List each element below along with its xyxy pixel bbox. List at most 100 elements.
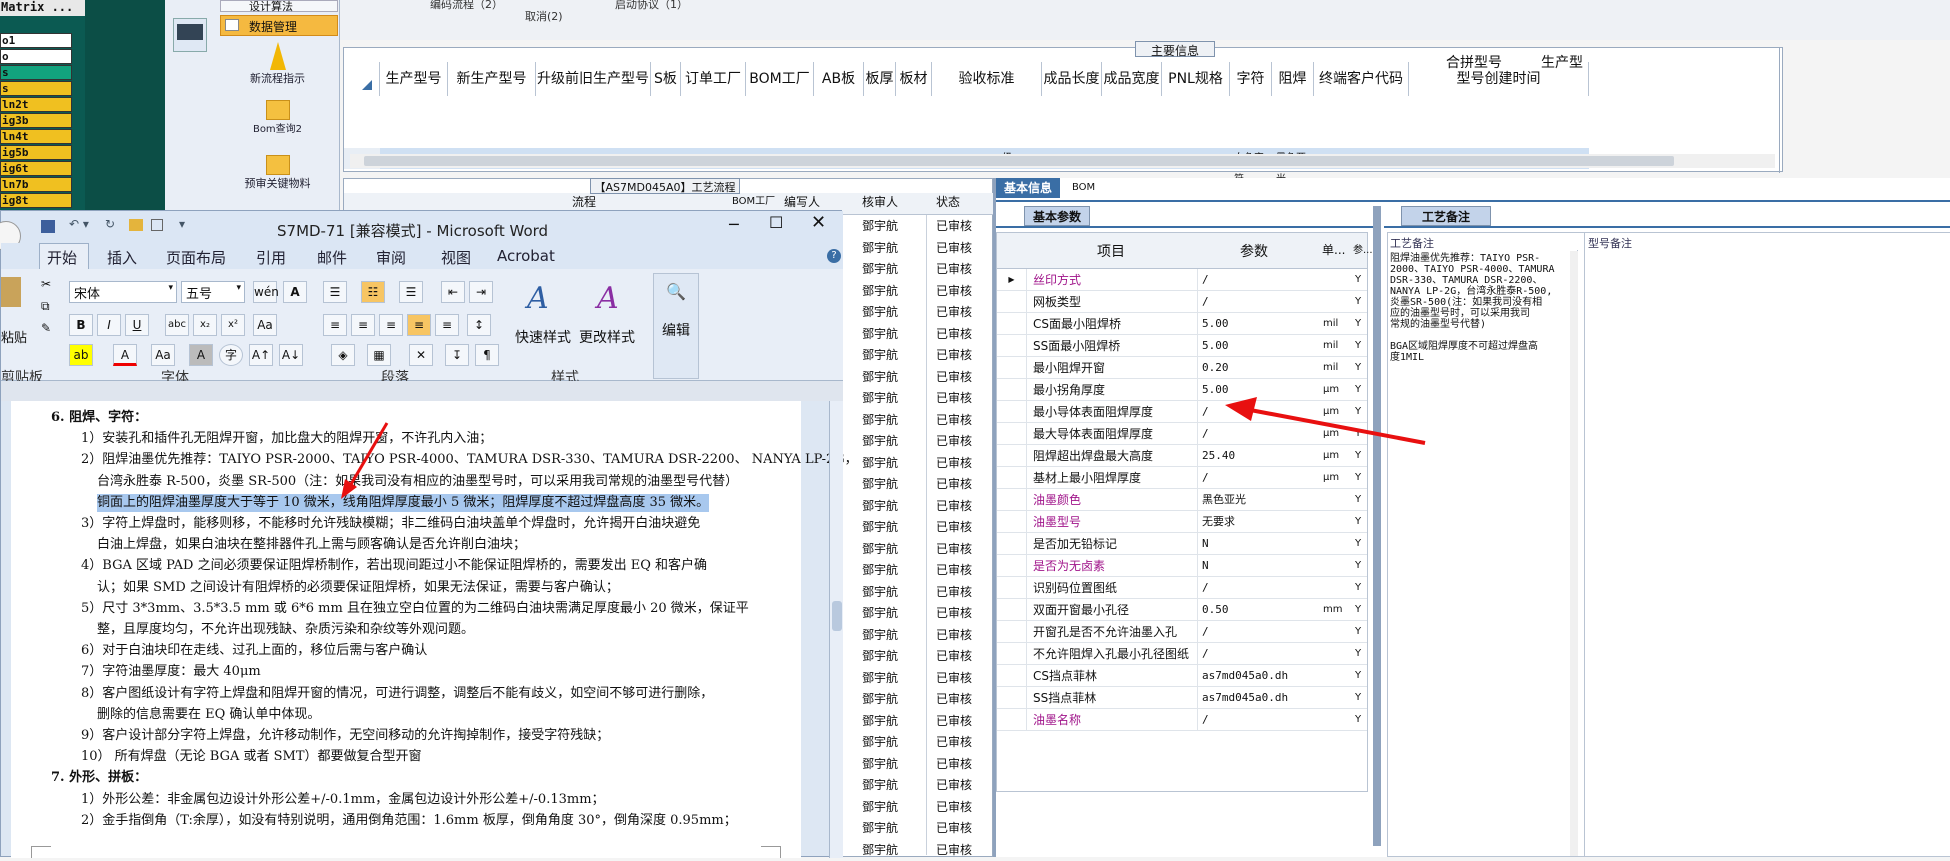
qat-more-icon[interactable]: ▾ bbox=[179, 217, 185, 231]
close-button[interactable]: ✕ bbox=[811, 212, 826, 233]
document-line[interactable]: 1）安装孔和插件孔无阻焊开窗，加比盘大的阻焊开窗，不许孔内入油； bbox=[81, 430, 492, 448]
ribbon-tab[interactable]: Acrobat bbox=[497, 247, 555, 265]
help-icon[interactable]: ? bbox=[827, 249, 841, 263]
tab-basic-info[interactable]: 基本信息 bbox=[996, 178, 1061, 198]
tab-bom[interactable]: BOM bbox=[1064, 178, 1103, 198]
main-header-cell[interactable]: 成品长度 bbox=[1042, 62, 1102, 96]
enclose-char-button[interactable]: 字 bbox=[219, 344, 243, 366]
param-value[interactable]: as7md045a0.dh bbox=[1197, 665, 1317, 687]
matrix-list-item[interactable]: ig6t bbox=[0, 161, 72, 176]
document-line[interactable]: 5）尺寸 3*3mm、3.5*3.5 mm 或 6*6 mm 且在独立空白位置的… bbox=[81, 600, 749, 618]
font-color-button[interactable]: A bbox=[113, 344, 137, 366]
document-line[interactable]: 1）外形公差：非金属包边设计外形公差+/-0.1mm，金属包边设计外形公差+/-… bbox=[81, 791, 605, 809]
justify-button[interactable]: ≡ bbox=[407, 314, 431, 336]
borders-button[interactable]: ▦ bbox=[367, 344, 391, 366]
bullets-button[interactable]: ☰ bbox=[323, 281, 347, 303]
increase-indent-button[interactable]: ⇥ bbox=[469, 281, 493, 303]
document-line[interactable]: 6）对于白油块印在走线、过孔上面的，移位后需与客户确认 bbox=[81, 642, 427, 660]
matrix-list-item[interactable]: ig8t bbox=[0, 193, 72, 208]
param-row[interactable]: CS面最小阻焊桥 5.00 mil Y bbox=[997, 313, 1367, 335]
main-header-cell[interactable]: 新生产型号 bbox=[448, 62, 536, 96]
matrix-list-item[interactable]: ln4t bbox=[0, 129, 72, 144]
toolbox-item-bom-query[interactable]: Bom查询2 bbox=[220, 100, 335, 135]
matrix-list-item[interactable]: s bbox=[0, 81, 72, 96]
param-row[interactable]: 识别码位置图纸 / Y bbox=[997, 577, 1367, 599]
main-header-cell[interactable]: BOM工厂 bbox=[746, 62, 814, 96]
param-value[interactable]: 黑色亚光 bbox=[1197, 489, 1317, 511]
ribbon-tab[interactable]: 页面布局 bbox=[166, 247, 226, 268]
highlight-button[interactable]: ab bbox=[69, 344, 93, 366]
main-header-cell[interactable]: 订单工厂 bbox=[681, 62, 746, 96]
line-spacing-button[interactable]: ↕ bbox=[467, 314, 491, 336]
h-scrollbar[interactable] bbox=[350, 154, 1775, 168]
open-icon[interactable] bbox=[129, 219, 143, 231]
char-shading-button[interactable]: A bbox=[189, 344, 213, 366]
chinese-layout-button[interactable]: ✕ bbox=[409, 344, 433, 366]
matrix-list-item[interactable]: ig5b bbox=[0, 145, 72, 160]
main-header-cell[interactable]: 字符 bbox=[1230, 62, 1272, 96]
tab-basic-params[interactable]: 基本参数 bbox=[1024, 206, 1091, 226]
toolbox-item-design-calc[interactable]: 设计算法 bbox=[220, 0, 338, 13]
change-case-button[interactable]: Aa bbox=[151, 344, 175, 366]
craft-note-scrollbar[interactable] bbox=[1570, 251, 1578, 856]
main-header-cell[interactable]: AB板 bbox=[814, 62, 864, 96]
param-row[interactable]: 最小阻焊开窗 0.20 mil Y bbox=[997, 357, 1367, 379]
distributed-button[interactable]: ≡ bbox=[435, 314, 459, 336]
param-row[interactable]: 油墨型号 无要求 Y bbox=[997, 511, 1367, 533]
param-row[interactable]: 油墨名称 / Y bbox=[997, 709, 1367, 731]
copy-icon[interactable]: ⧉ bbox=[41, 299, 50, 314]
param-row[interactable]: ▶ 丝印方式 / Y bbox=[997, 269, 1367, 291]
italic-button[interactable]: I bbox=[97, 314, 121, 336]
decrease-indent-button[interactable]: ⇤ bbox=[441, 281, 465, 303]
param-row[interactable]: 双面开窗最小孔径 0.50 mm Y bbox=[997, 599, 1367, 621]
param-row[interactable]: SS面最小阻焊桥 5.00 mil Y bbox=[997, 335, 1367, 357]
ribbon-tab[interactable]: 插入 bbox=[107, 247, 137, 268]
param-row[interactable]: 基材上最小阻焊厚度 / μm Y bbox=[997, 467, 1367, 489]
main-header-cell[interactable]: 成品宽度 bbox=[1102, 62, 1162, 96]
clear-format-button[interactable]: Aa bbox=[253, 314, 277, 336]
document-line[interactable]: 白油上焊盘，如果白油块在整排器件孔上需与顾客确认是否允许削白油块； bbox=[97, 536, 526, 554]
param-value[interactable]: N bbox=[1197, 555, 1317, 577]
change-styles-label[interactable]: 更改样式 bbox=[579, 327, 635, 347]
param-value[interactable]: N bbox=[1197, 533, 1317, 555]
paste-label[interactable]: 粘贴 bbox=[1, 327, 27, 346]
print-icon[interactable] bbox=[151, 219, 163, 231]
document-line[interactable]: 10） 所有焊盘（无论 BGA 或者 SMT）都要做复合型开窗 bbox=[81, 748, 422, 766]
matrix-list-item[interactable]: o bbox=[0, 49, 72, 64]
param-value[interactable]: / bbox=[1197, 467, 1317, 489]
ribbon-tab[interactable]: 开始 bbox=[47, 247, 77, 268]
param-value[interactable]: 5.00 bbox=[1197, 313, 1317, 335]
document-line[interactable]: 铜面上的阻焊油墨厚度大于等于 10 微米，线角阻焊厚度最小 5 微米；阻焊厚度不… bbox=[97, 493, 710, 512]
multilevel-list-button[interactable]: ☰ bbox=[399, 281, 423, 303]
phonetic-button[interactable]: wén bbox=[253, 281, 279, 303]
paste-icon[interactable] bbox=[1, 277, 21, 307]
main-header-cell[interactable]: 板材 bbox=[896, 62, 932, 96]
toolbox-item-new-flow[interactable]: 新流程指示 bbox=[220, 42, 335, 86]
param-value[interactable]: / bbox=[1197, 291, 1317, 313]
param-row[interactable]: 网板类型 / Y bbox=[997, 291, 1367, 313]
param-row[interactable]: 开窗孔是否不允许油墨入孔 / Y bbox=[997, 621, 1367, 643]
param-value[interactable]: / bbox=[1197, 621, 1317, 643]
param-row[interactable]: 是否加无铅标记 N Y bbox=[997, 533, 1367, 555]
matrix-list-item[interactable]: ig3b bbox=[0, 113, 72, 128]
main-header-cell[interactable]: 阻焊 bbox=[1272, 62, 1314, 96]
align-left-button[interactable]: ≡ bbox=[323, 314, 347, 336]
document-line[interactable]: 3）字符上焊盘时，能移则移，不能移时允许残缺模糊；非二维码白油块盖单个焊盘时，允… bbox=[81, 515, 700, 533]
param-value[interactable]: / bbox=[1197, 577, 1317, 599]
param-row[interactable]: 不允许阻焊入孔最小孔径图纸 / Y bbox=[997, 643, 1367, 665]
change-styles-icon[interactable]: A bbox=[597, 281, 631, 316]
underline-button[interactable]: U bbox=[125, 314, 149, 336]
main-header-cell[interactable]: 板厚 bbox=[864, 62, 896, 96]
numbering-button[interactable]: ☷ bbox=[361, 281, 385, 303]
shading-button[interactable]: ◈ bbox=[331, 344, 355, 366]
param-value[interactable]: 0.50 bbox=[1197, 599, 1317, 621]
param-row[interactable]: SS挡点菲林 as7md045a0.dh Y bbox=[997, 687, 1367, 709]
bold-button[interactable]: B bbox=[69, 314, 93, 336]
param-value[interactable]: as7md045a0.dh bbox=[1197, 687, 1317, 709]
char-border-button[interactable]: A bbox=[283, 281, 307, 303]
main-header-cell[interactable]: PNL规格 bbox=[1162, 62, 1230, 96]
document-line[interactable]: 台湾永胜泰 R-500，炎墨 SR-500（注：如果我司没有相应的油墨型号时，可… bbox=[97, 473, 738, 491]
param-value[interactable]: 无要求 bbox=[1197, 511, 1317, 533]
document-line[interactable]: 7）字符油墨厚度：最大 40μm bbox=[81, 663, 261, 681]
param-value[interactable]: 5.00 bbox=[1197, 335, 1317, 357]
